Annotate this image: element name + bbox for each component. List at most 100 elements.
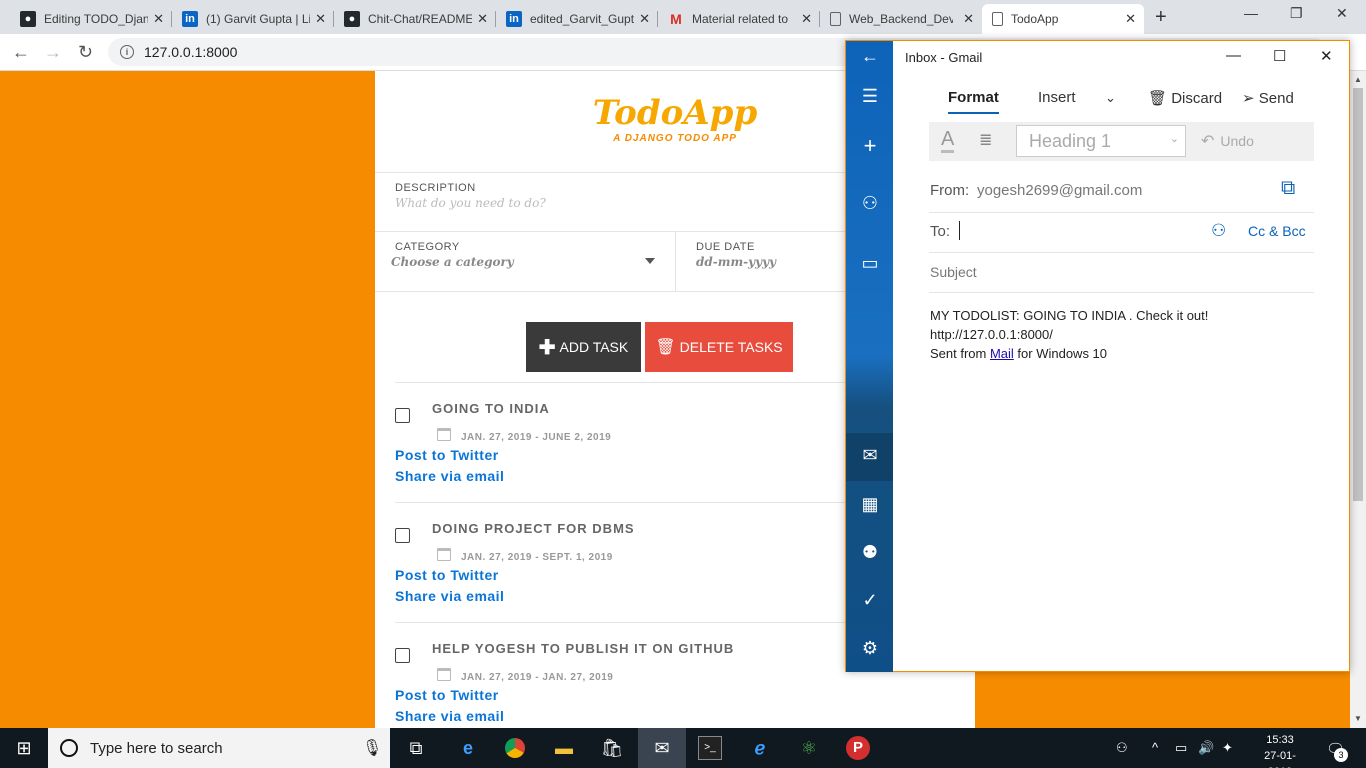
todo-icon[interactable]: ✓ — [859, 590, 881, 611]
delete-tasks-button[interactable]: 🗑 DELETE TASKS — [645, 322, 793, 372]
browser-tab[interactable]: Web_Backend_Dev ✕ — [820, 4, 982, 34]
people-icon[interactable]: ⚇ — [1116, 740, 1128, 756]
from-value[interactable]: yogesh2699@gmail.com — [977, 182, 1142, 199]
settings-gear-icon[interactable]: ⚙ — [859, 638, 881, 659]
task-name: DOING PROJECT FOR DBMS — [432, 521, 635, 536]
from-label: From: — [930, 182, 970, 199]
maximize-icon[interactable]: ☐ — [1273, 47, 1286, 65]
calendar-icon[interactable]: ▦ — [859, 494, 881, 515]
category-select[interactable]: Choose a category — [391, 255, 514, 269]
browser-tab[interactable]: ● Chit-Chat/README.md ✕ — [334, 4, 496, 34]
mail-link[interactable]: Mail — [990, 346, 1014, 361]
info-icon[interactable]: i — [120, 45, 134, 59]
close-window-icon[interactable]: ✕ — [1336, 5, 1348, 22]
subject-input[interactable]: Subject — [930, 264, 977, 280]
windows-taskbar: ⊞ Type here to search 🎙 ⧉ e ▬ 🛍 ✉ >_ ℯ ⚛… — [0, 728, 1366, 768]
terminal-icon[interactable]: >_ — [698, 736, 722, 760]
forward-arrow-icon[interactable]: → — [44, 42, 62, 63]
hamburger-menu-icon[interactable]: ☰ — [859, 86, 881, 107]
cc-bcc-link[interactable]: Cc & Bcc — [1248, 223, 1306, 239]
task-checkbox[interactable] — [395, 408, 410, 423]
post-to-twitter-link[interactable]: Post to Twitter — [395, 567, 499, 583]
tab-format[interactable]: Format — [948, 89, 999, 114]
mail-icon[interactable]: ✉ — [859, 445, 881, 466]
people-icon[interactable]: ⚉ — [859, 542, 881, 563]
page-scrollbar[interactable]: ▲ ▼ — [1350, 71, 1366, 728]
undo-button[interactable]: ↶ Undo — [1201, 131, 1254, 151]
due-date-input[interactable]: dd-mm-yyyy — [696, 255, 776, 269]
subject-row[interactable]: Subject — [929, 253, 1314, 293]
scrollbar-thumb[interactable] — [1353, 88, 1363, 501]
reload-icon[interactable]: ↻ — [78, 42, 93, 63]
font-color-icon[interactable]: A — [941, 128, 955, 153]
tab-title: Chit-Chat/README.md — [368, 12, 472, 26]
close-window-icon[interactable]: ✕ — [1320, 47, 1333, 65]
minimize-icon[interactable]: — — [1226, 47, 1241, 64]
browser-tab[interactable]: in (1) Garvit Gupta | LinkedIn ✕ — [172, 4, 334, 34]
heading-select[interactable]: Heading 1 ⌄ — [1016, 125, 1186, 157]
popout-icon[interactable]: ⧉ — [1281, 177, 1295, 200]
close-tab-icon[interactable]: ✕ — [639, 11, 650, 27]
share-via-email-link[interactable]: Share via email — [395, 708, 504, 724]
browser-tab-active[interactable]: TodoApp ✕ — [982, 4, 1144, 34]
share-via-email-link[interactable]: Share via email — [395, 588, 504, 604]
postman-icon[interactable]: P — [846, 736, 870, 760]
atom-icon[interactable]: ⚛ — [797, 736, 821, 760]
task-checkbox[interactable] — [395, 648, 410, 663]
description-input[interactable]: What do you need to do? — [395, 196, 546, 210]
send-button[interactable]: ➢ Send — [1242, 89, 1294, 107]
chrome-icon[interactable] — [503, 736, 527, 760]
tab-insert[interactable]: Insert — [1038, 89, 1076, 106]
mail-icon[interactable]: ✉ — [650, 736, 674, 760]
system-clock[interactable]: 15:33 27-01-2019 — [1256, 732, 1304, 768]
person-icon[interactable]: ⚇ — [1211, 221, 1226, 241]
scroll-up-icon[interactable]: ▲ — [1354, 75, 1362, 84]
notification-count: 3 — [1334, 748, 1348, 762]
chevron-down-icon[interactable]: ⌄ — [1105, 90, 1116, 106]
discard-label: Discard — [1171, 90, 1223, 107]
restore-icon[interactable]: ❐ — [1290, 5, 1303, 22]
chevron-down-icon[interactable] — [645, 258, 655, 264]
edge-icon[interactable]: e — [456, 736, 480, 760]
discard-button[interactable]: 🗑 Discard — [1148, 89, 1222, 107]
post-to-twitter-link[interactable]: Post to Twitter — [395, 447, 499, 463]
close-tab-icon[interactable]: ✕ — [801, 11, 812, 27]
folder-icon[interactable]: ▭ — [859, 253, 881, 274]
to-row[interactable]: To: ⚇ Cc & Bcc — [929, 213, 1314, 253]
task-checkbox[interactable] — [395, 528, 410, 543]
new-mail-icon[interactable]: + — [859, 133, 881, 159]
close-tab-icon[interactable]: ✕ — [153, 11, 164, 27]
store-icon[interactable]: 🛍 — [600, 736, 624, 760]
post-to-twitter-link[interactable]: Post to Twitter — [395, 687, 499, 703]
back-arrow-icon[interactable]: ← — [859, 46, 881, 67]
task-view-icon[interactable]: ⧉ — [404, 736, 428, 760]
scroll-down-icon[interactable]: ▼ — [1354, 714, 1362, 723]
windows-start-icon[interactable]: ⊞ — [12, 736, 36, 760]
browser-tab[interactable]: M Material related to ✕ — [658, 4, 820, 34]
close-tab-icon[interactable]: ✕ — [315, 11, 326, 27]
add-task-button[interactable]: ✚ ADD TASK — [526, 322, 641, 372]
paragraph-icon[interactable]: ≣ — [979, 130, 992, 150]
close-tab-icon[interactable]: ✕ — [963, 11, 974, 27]
file-explorer-icon[interactable]: ▬ — [552, 736, 576, 760]
volume-icon[interactable]: 🔊 — [1198, 740, 1214, 756]
back-arrow-icon[interactable]: ← — [12, 42, 30, 63]
accounts-icon[interactable]: ⚇ — [859, 193, 881, 214]
due-date-label: DUE DATE — [696, 241, 755, 253]
close-tab-icon[interactable]: ✕ — [1125, 11, 1136, 27]
share-via-email-link[interactable]: Share via email — [395, 468, 504, 484]
close-tab-icon[interactable]: ✕ — [477, 11, 488, 27]
dropbox-icon[interactable]: ✦ — [1222, 740, 1233, 756]
github-icon: ● — [344, 11, 360, 27]
microphone-icon[interactable]: 🎙 — [362, 738, 382, 758]
taskbar-search[interactable]: Type here to search 🎙 — [48, 728, 390, 768]
new-tab-icon[interactable]: + — [1155, 6, 1167, 29]
github-icon: ● — [20, 11, 36, 27]
browser-tab[interactable]: in edited_Garvit_Gupta ✕ — [496, 4, 658, 34]
minimize-icon[interactable]: — — [1244, 5, 1258, 21]
mail-body[interactable]: MY TODOLIST: GOING TO INDIA . Check it o… — [930, 306, 1208, 363]
chevron-up-icon[interactable]: ^ — [1152, 740, 1158, 755]
battery-icon[interactable]: ▭ — [1175, 740, 1187, 756]
browser-tab[interactable]: ● Editing TODO_Django ✕ — [10, 4, 172, 34]
internet-explorer-icon[interactable]: ℯ — [748, 736, 772, 760]
